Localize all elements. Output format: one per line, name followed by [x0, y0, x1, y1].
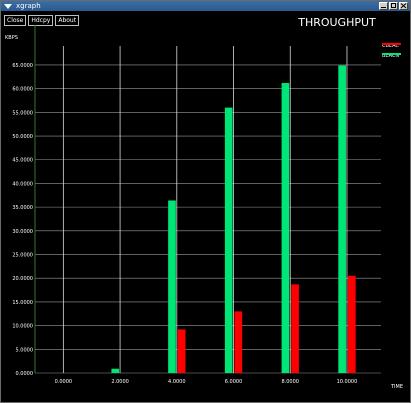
throughput-chart: 0.0000 5.0000 10.0000 15.0000 20.0000 25.0000… [5, 16, 403, 390]
y-tick-label: 40.0000 [12, 181, 33, 187]
bar-beacn [281, 82, 290, 374]
y-tick-label: 60.0000 [12, 87, 33, 93]
y-tick-label: 25.0000 [12, 253, 33, 259]
y-tick-label: 30.0000 [12, 229, 33, 235]
bar-cbeac [347, 275, 356, 373]
y-tick-label: 10.0000 [12, 324, 33, 330]
y-tick-label: 35.0000 [12, 205, 33, 211]
bar-cbeac [234, 311, 243, 373]
x-tick-label: 8.0000 [281, 379, 299, 385]
bar-beacn [111, 368, 120, 373]
x-tick-label: 10.0000 [337, 379, 358, 385]
x-axis-label: TIME [390, 384, 403, 390]
y-tick-label: 0.0000 [16, 371, 34, 377]
x-tick-label: 4.0000 [168, 379, 186, 385]
x-tick-label: 0.0000 [55, 379, 73, 385]
chart-title: THROUGHPUT [297, 16, 376, 29]
bar-cbeac [177, 329, 186, 373]
y-tick-label: 55.0000 [12, 110, 33, 116]
x-tick-label: 6.0000 [225, 379, 243, 385]
y-tick-label: 65.0000 [12, 63, 33, 69]
bar-beacn [168, 200, 176, 373]
bar-beacn [338, 65, 346, 374]
y-tick-label: 5.0000 [16, 347, 34, 353]
y-tick-label: 20.0000 [12, 276, 33, 282]
y-axis-label: KBPS [5, 35, 18, 41]
bar-cbeac [291, 284, 299, 373]
y-tick-label: 45.0000 [12, 158, 33, 164]
x-tick-label: 2.0000 [111, 379, 129, 385]
bar-beacn [224, 107, 233, 373]
y-tick-label: 15.0000 [12, 300, 33, 306]
xgraph-window: xgraph Close Hdcpy About 0.0000 5.0000 10.… [0, 0, 411, 403]
y-tick-label: 50.0000 [12, 134, 33, 140]
